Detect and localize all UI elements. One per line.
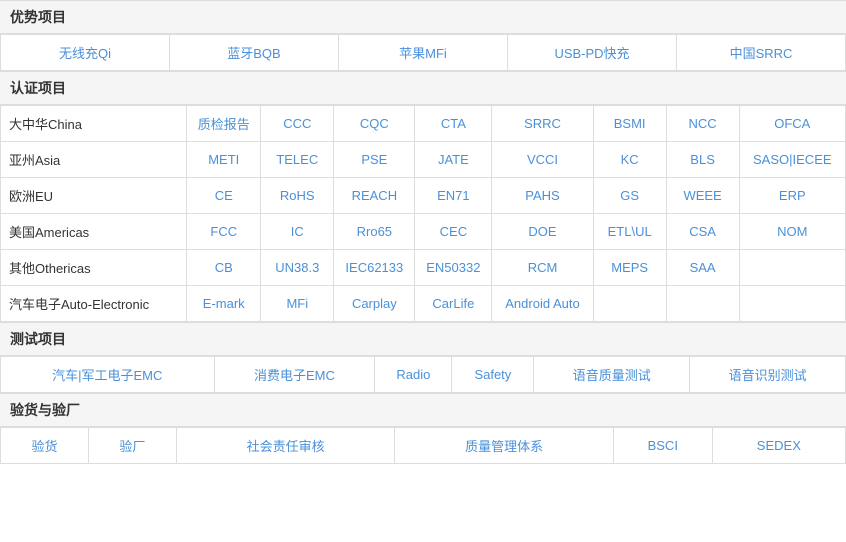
advantage-item-2[interactable]: 苹果MFi xyxy=(339,35,508,71)
cert-5-5 xyxy=(593,286,666,322)
cert-label-5: 汽车电子Auto-Electronic xyxy=(1,286,187,322)
advantage-item-0[interactable]: 无线充Qi xyxy=(1,35,170,71)
advantage-item-3[interactable]: USB-PD快充 xyxy=(508,35,677,71)
cert-3-6[interactable]: CSA xyxy=(666,214,739,250)
test-item-3[interactable]: Safety xyxy=(452,357,534,393)
inspection-section: 验货与验厂 验货 验厂 社会责任审核 质量管理体系 BSCI SEDEX xyxy=(0,393,846,464)
cert-2-7[interactable]: ERP xyxy=(739,178,845,214)
cert-0-7[interactable]: OFCA xyxy=(739,106,845,142)
cert-1-7[interactable]: SASO|IECEE xyxy=(739,142,845,178)
cert-4-0[interactable]: CB xyxy=(187,250,261,286)
cert-5-4[interactable]: Android Auto xyxy=(492,286,593,322)
advantages-title: 优势项目 xyxy=(0,0,846,34)
cert-label-3: 美国Americas xyxy=(1,214,187,250)
cert-1-2[interactable]: PSE xyxy=(334,142,415,178)
cert-1-1[interactable]: TELEC xyxy=(261,142,334,178)
test-item-4[interactable]: 语音质量测试 xyxy=(534,357,690,393)
cert-0-5[interactable]: BSMI xyxy=(593,106,666,142)
cert-label-4: 其他Othericas xyxy=(1,250,187,286)
cert-5-6 xyxy=(666,286,739,322)
inspection-table: 验货 验厂 社会责任审核 质量管理体系 BSCI SEDEX xyxy=(0,427,846,464)
cert-5-3[interactable]: CarLife xyxy=(415,286,492,322)
cert-row-0: 大中华China 质检报告 CCC CQC CTA SRRC BSMI NCC … xyxy=(1,106,846,142)
cert-label-1: 亚州Asia xyxy=(1,142,187,178)
cert-3-2[interactable]: Rro65 xyxy=(334,214,415,250)
cert-1-3[interactable]: JATE xyxy=(415,142,492,178)
cert-2-5[interactable]: GS xyxy=(593,178,666,214)
testing-section: 测试项目 汽车|军工电子EMC 消费电子EMC Radio Safety 语音质… xyxy=(0,322,846,393)
cert-4-4[interactable]: RCM xyxy=(492,250,593,286)
cert-3-0[interactable]: FCC xyxy=(187,214,261,250)
cert-3-1[interactable]: IC xyxy=(261,214,334,250)
cert-5-2[interactable]: Carplay xyxy=(334,286,415,322)
cert-label-0: 大中华China xyxy=(1,106,187,142)
cert-4-2[interactable]: IEC62133 xyxy=(334,250,415,286)
inspection-row: 验货 验厂 社会责任审核 质量管理体系 BSCI SEDEX xyxy=(1,428,846,464)
cert-2-0[interactable]: CE xyxy=(187,178,261,214)
cert-0-2[interactable]: CQC xyxy=(334,106,415,142)
test-item-2[interactable]: Radio xyxy=(375,357,452,393)
cert-row-1: 亚州Asia METI TELEC PSE JATE VCCI KC BLS S… xyxy=(1,142,846,178)
cert-0-6[interactable]: NCC xyxy=(666,106,739,142)
inspection-item-0[interactable]: 验货 xyxy=(1,428,89,464)
cert-2-2[interactable]: REACH xyxy=(334,178,415,214)
cert-label-2: 欧洲EU xyxy=(1,178,187,214)
advantage-item-1[interactable]: 蓝牙BQB xyxy=(170,35,339,71)
cert-3-4[interactable]: DOE xyxy=(492,214,593,250)
certifications-table: 大中华China 质检报告 CCC CQC CTA SRRC BSMI NCC … xyxy=(0,105,846,322)
cert-row-4: 其他Othericas CB UN38.3 IEC62133 EN50332 R… xyxy=(1,250,846,286)
cert-row-5: 汽车电子Auto-Electronic E-mark MFi Carplay C… xyxy=(1,286,846,322)
cert-row-3: 美国Americas FCC IC Rro65 CEC DOE ETL\UL C… xyxy=(1,214,846,250)
cert-1-4[interactable]: VCCI xyxy=(492,142,593,178)
cert-3-7[interactable]: NOM xyxy=(739,214,845,250)
inspection-item-2[interactable]: 社会责任审核 xyxy=(176,428,395,464)
advantages-table: 无线充Qi 蓝牙BQB 苹果MFi USB-PD快充 中国SRRC xyxy=(0,34,846,71)
test-item-1[interactable]: 消费电子EMC xyxy=(214,357,375,393)
cert-1-0[interactable]: METI xyxy=(187,142,261,178)
inspection-item-3[interactable]: 质量管理体系 xyxy=(395,428,614,464)
cert-4-5[interactable]: MEPS xyxy=(593,250,666,286)
inspection-item-4[interactable]: BSCI xyxy=(613,428,712,464)
cert-0-3[interactable]: CTA xyxy=(415,106,492,142)
cert-5-1[interactable]: MFi xyxy=(261,286,334,322)
test-item-5[interactable]: 语音识别测试 xyxy=(690,357,846,393)
cert-4-3[interactable]: EN50332 xyxy=(415,250,492,286)
inspection-item-5[interactable]: SEDEX xyxy=(712,428,845,464)
cert-0-1[interactable]: CCC xyxy=(261,106,334,142)
test-item-0[interactable]: 汽车|军工电子EMC xyxy=(1,357,215,393)
cert-1-5[interactable]: KC xyxy=(593,142,666,178)
cert-3-3[interactable]: CEC xyxy=(415,214,492,250)
cert-4-7 xyxy=(739,250,845,286)
cert-5-0[interactable]: E-mark xyxy=(187,286,261,322)
inspection-item-1[interactable]: 验厂 xyxy=(88,428,176,464)
cert-0-4[interactable]: SRRC xyxy=(492,106,593,142)
cert-5-7 xyxy=(739,286,845,322)
advantage-item-4[interactable]: 中国SRRC xyxy=(677,35,846,71)
cert-2-1[interactable]: RoHS xyxy=(261,178,334,214)
inspection-title: 验货与验厂 xyxy=(0,393,846,427)
cert-1-6[interactable]: BLS xyxy=(666,142,739,178)
certifications-section: 认证项目 大中华China 质检报告 CCC CQC CTA SRRC BSMI… xyxy=(0,71,846,322)
cert-row-2: 欧洲EU CE RoHS REACH EN71 PAHS GS WEEE ERP xyxy=(1,178,846,214)
certifications-title: 认证项目 xyxy=(0,71,846,105)
cert-2-6[interactable]: WEEE xyxy=(666,178,739,214)
testing-title: 测试项目 xyxy=(0,322,846,356)
cert-2-3[interactable]: EN71 xyxy=(415,178,492,214)
cert-2-4[interactable]: PAHS xyxy=(492,178,593,214)
testing-row: 汽车|军工电子EMC 消费电子EMC Radio Safety 语音质量测试 语… xyxy=(1,357,846,393)
cert-4-6[interactable]: SAA xyxy=(666,250,739,286)
testing-table: 汽车|军工电子EMC 消费电子EMC Radio Safety 语音质量测试 语… xyxy=(0,356,846,393)
cert-4-1[interactable]: UN38.3 xyxy=(261,250,334,286)
advantages-section: 优势项目 无线充Qi 蓝牙BQB 苹果MFi USB-PD快充 中国SRRC xyxy=(0,0,846,71)
cert-0-0[interactable]: 质检报告 xyxy=(187,106,261,142)
advantages-row: 无线充Qi 蓝牙BQB 苹果MFi USB-PD快充 中国SRRC xyxy=(1,35,846,71)
cert-3-5[interactable]: ETL\UL xyxy=(593,214,666,250)
